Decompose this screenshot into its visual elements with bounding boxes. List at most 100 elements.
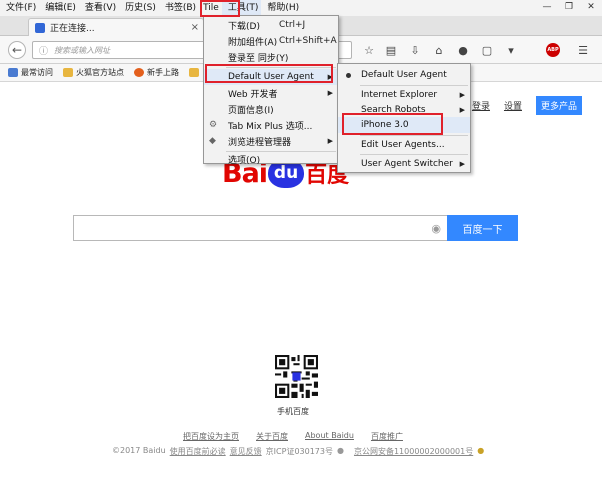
ua-item-iphone[interactable]: iPhone 3.0 bbox=[338, 117, 470, 133]
tab-close-icon[interactable]: × bbox=[191, 22, 199, 33]
tab-title: 正在连接... bbox=[50, 24, 95, 34]
bookmark-folder[interactable] bbox=[189, 68, 202, 77]
qr-label: 手机百度 bbox=[277, 407, 309, 416]
about-baidu-cn-link[interactable]: 关于百度 bbox=[256, 431, 288, 442]
window-controls: — ❐ ✕ bbox=[540, 1, 598, 13]
restore-icon[interactable]: ❐ bbox=[562, 1, 576, 13]
gear-icon: ⚙ bbox=[209, 120, 218, 130]
menu-item-label: Tab Mix Plus 选项... bbox=[228, 121, 313, 132]
screenshot-icon[interactable]: ▢ bbox=[480, 43, 494, 57]
tab-baidu[interactable]: 正在连接... × bbox=[28, 18, 204, 36]
paw-icon bbox=[35, 22, 45, 33]
ua-item-search-robots[interactable]: Search Robots ▶ bbox=[338, 102, 470, 118]
location-icon: ● bbox=[336, 446, 344, 455]
menu-item-label: User Agent Switcher bbox=[361, 159, 453, 169]
chat-icon[interactable]: ● bbox=[456, 43, 470, 57]
ua-item-user-agent-switcher[interactable]: User Agent Switcher ▶ bbox=[338, 156, 470, 172]
star-icon[interactable]: ☆ bbox=[362, 43, 376, 57]
close-icon[interactable]: ✕ bbox=[584, 1, 598, 13]
process-icon: ◆ bbox=[209, 136, 216, 146]
menu-item-default-user-agent[interactable]: Default User Agent ▶ bbox=[204, 69, 338, 85]
menu-history[interactable]: 历史(S) bbox=[119, 0, 159, 16]
tools-menu: 下载(D) Ctrl+J 附加组件(A) Ctrl+Shift+A 登录至 同步… bbox=[203, 15, 339, 166]
bookmark-getting-started[interactable]: 新手上路 bbox=[134, 67, 179, 78]
abp-icon[interactable]: ABP bbox=[546, 43, 560, 57]
menu-item-sync-login[interactable]: 登录至 同步(Y) bbox=[204, 49, 338, 65]
menu-item-options[interactable]: 选项(O) bbox=[204, 153, 338, 166]
menu-item-label: 登录至 同步(Y) bbox=[228, 53, 289, 64]
folder-icon bbox=[63, 68, 73, 77]
must-read-link[interactable]: 使用百度前必读 bbox=[170, 446, 226, 457]
bookmark-most-visited[interactable]: 最常访问 bbox=[8, 67, 53, 78]
menu-separator bbox=[360, 85, 468, 86]
search-form: ◉ 百度一下 bbox=[73, 215, 518, 241]
menu-item-label: Edit User Agents... bbox=[361, 140, 445, 150]
menu-bookmarks[interactable]: 书签(B) bbox=[159, 0, 199, 16]
download-icon[interactable]: ⇩ bbox=[408, 43, 422, 57]
bookmark-folder-icon bbox=[8, 68, 18, 77]
submenu-arrow-icon: ▶ bbox=[327, 73, 333, 81]
menu-tile[interactable]: Tile bbox=[199, 0, 222, 16]
ua-item-default[interactable]: Default User Agent bbox=[338, 67, 470, 83]
set-homepage-link[interactable]: 把百度设为主页 bbox=[183, 431, 239, 442]
screenshot-dropdown-icon[interactable]: ▾ bbox=[504, 43, 518, 57]
bookmark-list-icon[interactable]: ▤ bbox=[384, 43, 398, 57]
menu-item-web-developer[interactable]: Web 开发者 ▶ bbox=[204, 85, 338, 101]
camera-icon[interactable]: ◉ bbox=[431, 222, 441, 235]
submenu-arrow-icon: ▶ bbox=[459, 91, 465, 99]
submenu-arrow-icon: ▶ bbox=[459, 160, 465, 168]
menu-item-label: Search Robots bbox=[361, 105, 426, 115]
submenu-arrow-icon: ▶ bbox=[459, 106, 465, 114]
menu-item-page-info[interactable]: 页面信息(I) bbox=[204, 101, 338, 117]
menu-item-label: Web 开发者 bbox=[228, 89, 278, 100]
search-input[interactable]: ◉ bbox=[73, 215, 447, 241]
menu-bar: 文件(F) 编辑(E) 查看(V) 历史(S) 书签(B) Tile 工具(T)… bbox=[0, 0, 602, 16]
submenu-arrow-icon: ▶ bbox=[327, 89, 333, 97]
menu-item-label: 浏览进程管理器 bbox=[228, 137, 292, 148]
radio-selected-icon bbox=[346, 72, 351, 78]
menu-item-addons[interactable]: 附加组件(A) Ctrl+Shift+A bbox=[204, 33, 338, 49]
menu-item-label: iPhone 3.0 bbox=[361, 120, 409, 130]
bookmark-label: 火狐官方站点 bbox=[76, 68, 124, 77]
search-button[interactable]: 百度一下 bbox=[447, 215, 518, 241]
menu-icon[interactable]: ☰ bbox=[576, 43, 590, 57]
menu-separator bbox=[360, 154, 468, 155]
qr-code bbox=[275, 355, 318, 398]
baidu-promotion-link[interactable]: 百度推广 bbox=[371, 431, 403, 442]
globe-icon: ⓘ bbox=[39, 46, 49, 57]
back-arrow-icon[interactable]: ← bbox=[8, 41, 26, 59]
bookmark-firefox-site[interactable]: 火狐官方站点 bbox=[63, 67, 124, 78]
menu-item-label: Default User Agent bbox=[228, 72, 314, 82]
about-baidu-link[interactable]: About Baidu bbox=[305, 431, 354, 442]
menu-edit[interactable]: 编辑(E) bbox=[39, 0, 79, 16]
more-products-button[interactable]: 更多产品 bbox=[535, 96, 582, 115]
settings-link[interactable]: 设置 bbox=[504, 99, 522, 112]
menu-item-shortcut: Ctrl+J bbox=[279, 20, 306, 30]
ua-item-edit-user-agents[interactable]: Edit User Agents... bbox=[338, 137, 470, 153]
police-badge-icon: ● bbox=[477, 446, 485, 455]
home-icon[interactable]: ⌂ bbox=[432, 43, 446, 57]
ua-item-internet-explorer[interactable]: Internet Explorer ▶ bbox=[338, 87, 470, 103]
menu-item-downloads[interactable]: 下载(D) Ctrl+J bbox=[204, 17, 338, 33]
minimize-icon[interactable]: — bbox=[540, 1, 554, 13]
menu-item-tab-mix-plus[interactable]: ⚙ Tab Mix Plus 选项... bbox=[204, 117, 338, 133]
menu-item-process-manager[interactable]: ◆ 浏览进程管理器 ▶ bbox=[204, 133, 338, 149]
login-link[interactable]: 登录 bbox=[472, 99, 490, 112]
menu-item-label: Internet Explorer bbox=[361, 90, 438, 100]
url-placeholder: 搜索或输入网址 bbox=[54, 45, 111, 55]
menu-separator bbox=[226, 67, 336, 68]
bookmark-label: 最常访问 bbox=[21, 68, 53, 77]
user-agent-submenu: Default User Agent Internet Explorer ▶ S… bbox=[337, 63, 471, 173]
menu-file[interactable]: 文件(F) bbox=[0, 0, 39, 16]
menu-help[interactable]: 帮助(H) bbox=[261, 0, 302, 16]
menu-item-label: 页面信息(I) bbox=[228, 105, 274, 116]
menu-item-label: 附加组件(A) bbox=[228, 37, 278, 48]
copyright-text: ©2017 Baidu bbox=[112, 446, 166, 455]
menu-view[interactable]: 查看(V) bbox=[79, 0, 119, 16]
feedback-link[interactable]: 意见反馈 bbox=[230, 446, 262, 457]
police-record-link[interactable]: 京公网安备11000002000001号 bbox=[354, 446, 473, 457]
menu-item-label: Default User Agent bbox=[361, 70, 447, 80]
folder-icon bbox=[189, 68, 199, 77]
submenu-arrow-icon: ▶ bbox=[327, 137, 333, 145]
menu-tools[interactable]: 工具(T) bbox=[221, 0, 262, 16]
